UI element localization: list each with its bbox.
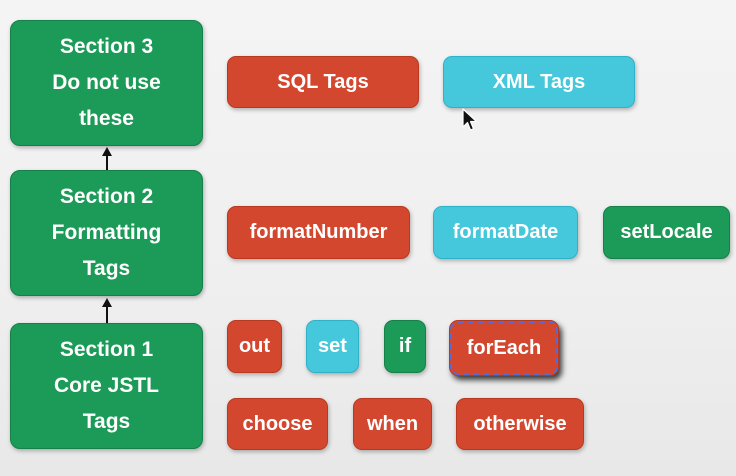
tag-set[interactable]: set	[306, 320, 359, 373]
section-2-box: Section 2 Formatting Tags	[10, 170, 203, 296]
mouse-pointer-icon	[462, 108, 478, 131]
tag-otherwise[interactable]: otherwise	[456, 398, 584, 450]
section-1-line-2: Core JSTL	[53, 374, 160, 397]
tag-formatnumber[interactable]: formatNumber	[227, 206, 410, 259]
tag-foreach[interactable]: forEach	[449, 320, 559, 376]
arrow-connector	[106, 306, 108, 323]
section-1-line-3: Tags	[82, 410, 131, 433]
section-2-line-1: Section 2	[59, 185, 154, 208]
tag-formatdate[interactable]: formatDate	[433, 206, 578, 259]
section-3-line-1: Section 3	[59, 35, 154, 58]
section-3-box: Section 3 Do not use these	[10, 20, 203, 146]
tag-setlocale[interactable]: setLocale	[603, 206, 730, 259]
tag-xml-tags[interactable]: XML Tags	[443, 56, 635, 108]
section-3-line-3: these	[79, 107, 134, 130]
section-2-line-2: Formatting	[51, 221, 162, 244]
section-1-box: Section 1 Core JSTL Tags	[10, 323, 203, 449]
section-3-line-2: Do not use	[52, 71, 161, 94]
tag-choose[interactable]: choose	[227, 398, 328, 450]
tag-sql-tags[interactable]: SQL Tags	[227, 56, 419, 108]
tag-when[interactable]: when	[353, 398, 432, 450]
section-2-line-3: Tags	[82, 257, 131, 280]
section-1-line-1: Section 1	[59, 338, 154, 361]
tag-out[interactable]: out	[227, 320, 282, 373]
tag-if[interactable]: if	[384, 320, 426, 373]
arrow-connector	[106, 155, 108, 170]
